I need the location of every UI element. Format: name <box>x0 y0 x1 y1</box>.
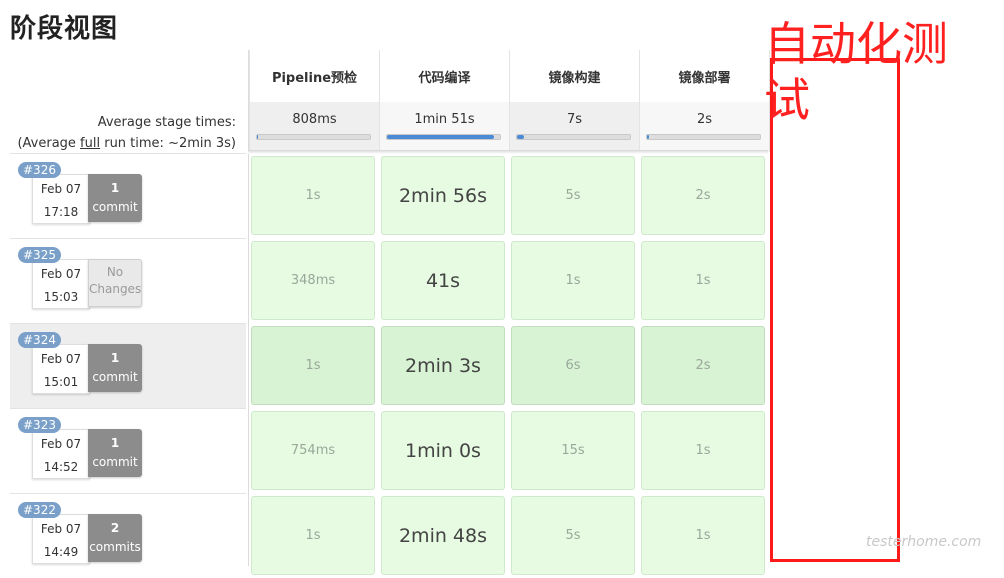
build-date-box: Feb 07 15:01 <box>32 344 90 394</box>
commit-word: commit <box>92 370 138 384</box>
stage-cell-image-deploy[interactable]: 1s <box>641 241 765 320</box>
avg-time-bar <box>516 134 631 140</box>
build-row-326: #326 Feb 07 17:18 1 commit 1s 2min 56s 5s … <box>10 153 768 237</box>
stage-cell-compile[interactable]: 2min 3s <box>381 326 505 405</box>
avg-time-value: 2s <box>696 112 713 127</box>
changes-box[interactable]: 1 commit <box>88 429 142 477</box>
build-date-box: Feb 07 14:52 <box>32 429 90 479</box>
build-date-box: Feb 07 17:18 <box>32 174 90 224</box>
stage-cell-preflight[interactable]: 348ms <box>251 241 375 320</box>
changes-box[interactable]: 1 commit <box>88 344 142 392</box>
avg-time-bar <box>386 134 501 140</box>
stage-cell-image-build[interactable]: 5s <box>511 496 635 575</box>
stage-cell-image-deploy[interactable]: 2s <box>641 156 765 235</box>
stage-cell-preflight[interactable]: 754ms <box>251 411 375 490</box>
stage-header-image-build[interactable]: 镜像构建 <box>509 50 639 102</box>
commit-count: 1 <box>110 351 120 365</box>
build-number-badge[interactable]: #326 <box>18 162 61 178</box>
commit-word: commit <box>92 455 138 469</box>
build-date: Feb 07 <box>40 267 82 281</box>
commit-count: No <box>106 265 124 279</box>
stage-header-preflight[interactable]: Pipeline预检 <box>249 50 379 102</box>
stage-name: Pipeline预检 <box>271 70 358 86</box>
average-stage-times-text: Average stage times: <box>97 115 236 130</box>
stage-cell-image-build[interactable]: 5s <box>511 156 635 235</box>
build-time: 14:49 <box>43 545 79 559</box>
build-date: Feb 07 <box>40 437 82 451</box>
build-number-badge[interactable]: #322 <box>18 502 61 518</box>
stage-name: 镜像部署 <box>678 70 731 86</box>
build-info: #324 Feb 07 15:01 1 commit <box>10 323 246 408</box>
stage-cell-compile[interactable]: 1min 0s <box>381 411 505 490</box>
avg-time-bar <box>646 134 761 140</box>
stage-cell-preflight[interactable]: 1s <box>251 326 375 405</box>
avg-time-image-build: 7s <box>509 102 639 152</box>
average-stage-times-label: Average stage times: (Average full run t… <box>0 112 236 154</box>
annotation-text: 自动化测试 <box>764 17 948 127</box>
build-date: Feb 07 <box>40 182 82 196</box>
stage-cell-compile[interactable]: 2min 48s <box>381 496 505 575</box>
no-changes-box: No Changes <box>88 259 142 307</box>
watermark: testerhome.com <box>866 534 982 550</box>
stage-cell-preflight[interactable]: 1s <box>251 156 375 235</box>
commit-word: Changes <box>89 282 142 296</box>
build-time: 14:52 <box>43 460 79 474</box>
avg-time-preflight: 808ms <box>249 102 379 152</box>
commit-count: 1 <box>110 436 120 450</box>
average-full-run-time: (Average full run time: ~2min 3s) <box>17 136 236 151</box>
build-date: Feb 07 <box>40 522 82 536</box>
build-row-325: #325 Feb 07 15:03 No Changes 348ms 41s 1s … <box>10 238 768 322</box>
stage-cell-image-deploy[interactable]: 2s <box>641 326 765 405</box>
changes-box[interactable]: 1 commit <box>88 174 142 222</box>
build-date-box: Feb 07 14:49 <box>32 514 90 564</box>
page-title: 阶段视图 <box>10 14 119 44</box>
build-row-322: #322 Feb 07 14:49 2 commits 1s 2min 48s 5s… <box>10 493 768 577</box>
avg-time-value: 1min 51s <box>414 112 475 127</box>
stage-cell-compile[interactable]: 2min 56s <box>381 156 505 235</box>
stage-cell-image-build[interactable]: 1s <box>511 241 635 320</box>
avg-time-bar-fill <box>257 135 259 139</box>
commit-word: commits <box>89 540 141 554</box>
stage-cell-image-deploy[interactable]: 1s <box>641 411 765 490</box>
commit-count: 2 <box>110 521 120 535</box>
build-time: 15:01 <box>43 375 79 389</box>
stage-name: 镜像构建 <box>548 70 601 86</box>
build-date: Feb 07 <box>40 352 82 366</box>
build-time: 17:18 <box>43 205 79 219</box>
build-info: #323 Feb 07 14:52 1 commit <box>10 408 246 493</box>
stage-cell-compile[interactable]: 41s <box>381 241 505 320</box>
stage-header-compile[interactable]: 代码编译 <box>379 50 509 102</box>
stage-cell-preflight[interactable]: 1s <box>251 496 375 575</box>
avg-time-bar-fill <box>647 135 650 139</box>
avg-time-bar-fill <box>517 135 524 139</box>
build-number-badge[interactable]: #325 <box>18 247 61 263</box>
commit-count: 1 <box>110 181 120 195</box>
build-info: #326 Feb 07 17:18 1 commit <box>10 153 246 238</box>
stage-cell-image-build[interactable]: 6s <box>511 326 635 405</box>
build-number-badge[interactable]: #323 <box>18 417 61 433</box>
build-row-324: #324 Feb 07 15:01 1 commit 1s 2min 3s 6s 2… <box>10 323 768 408</box>
avg-time-value: 808ms <box>292 112 337 127</box>
build-row-323: #323 Feb 07 14:52 1 commit 754ms 1min 0s 1… <box>10 408 768 492</box>
avg-time-bar-fill <box>387 135 495 139</box>
build-time: 15:03 <box>43 290 79 304</box>
stage-cell-image-build[interactable]: 15s <box>511 411 635 490</box>
annotation-box <box>770 58 900 562</box>
avg-time-bar <box>256 134 371 140</box>
stage-header-image-deploy[interactable]: 镜像部署 <box>639 50 770 102</box>
stage-cell-image-deploy[interactable]: 1s <box>641 496 765 575</box>
avg-time-image-deploy: 2s <box>639 102 770 152</box>
avg-time-compile: 1min 51s <box>379 102 509 152</box>
commit-word: commit <box>92 200 138 214</box>
build-info: #322 Feb 07 14:49 2 commits <box>10 493 246 578</box>
avg-time-value: 7s <box>566 112 583 127</box>
changes-box[interactable]: 2 commits <box>88 514 142 562</box>
full-run-link[interactable]: full <box>80 136 100 151</box>
build-info: #325 Feb 07 15:03 No Changes <box>10 238 246 323</box>
build-date-box: Feb 07 15:03 <box>32 259 90 309</box>
build-number-badge[interactable]: #324 <box>18 332 61 348</box>
stage-name: 代码编译 <box>418 70 471 86</box>
